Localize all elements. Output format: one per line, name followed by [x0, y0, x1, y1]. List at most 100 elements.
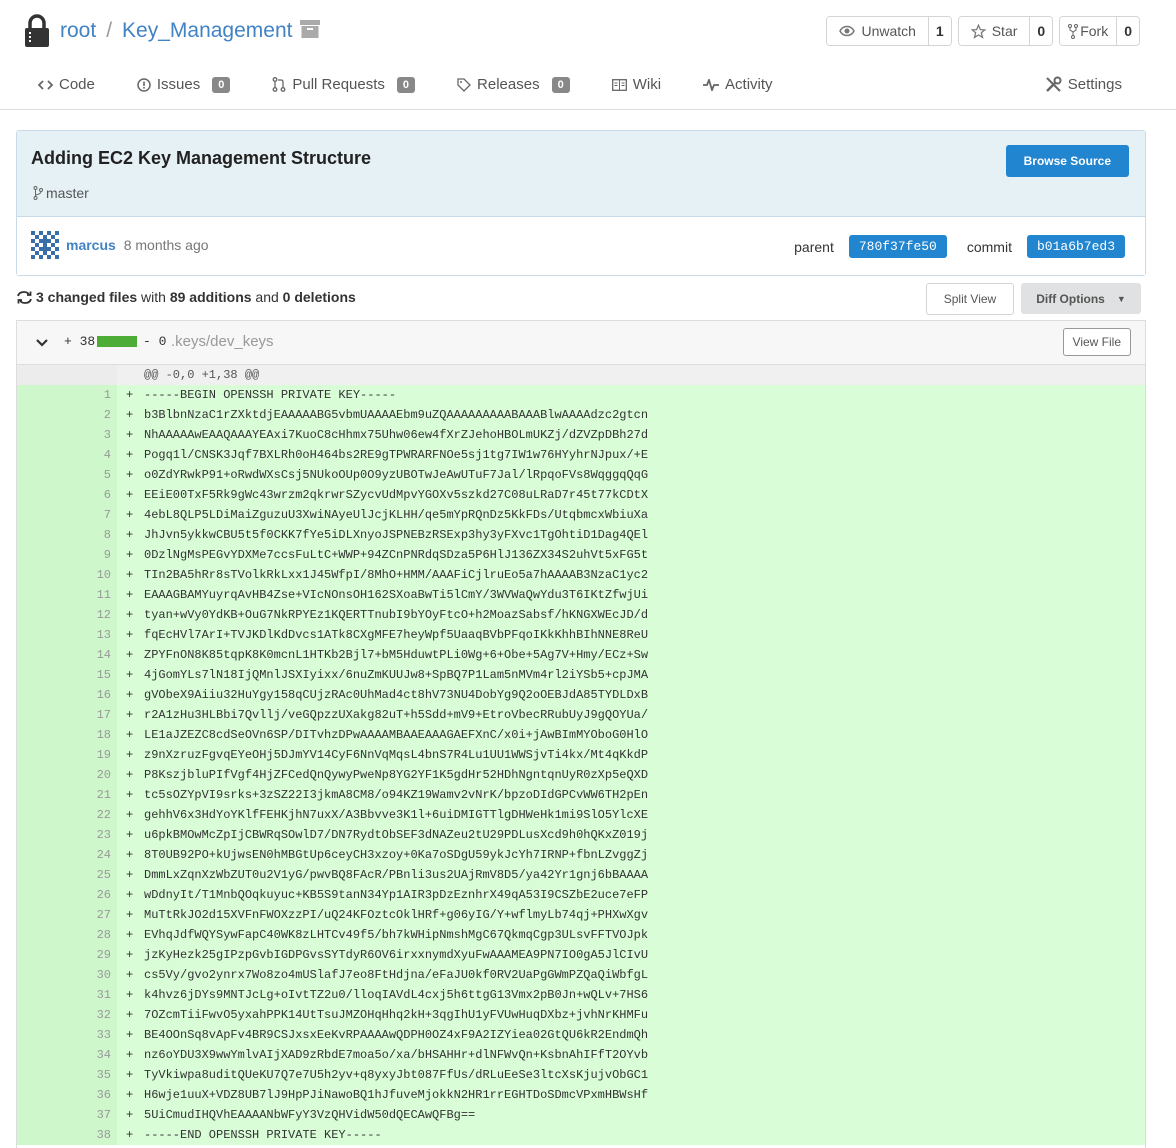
- line-number[interactable]: 17: [67, 708, 111, 722]
- line-number[interactable]: 20: [67, 768, 111, 782]
- star-label[interactable]: Star: [958, 17, 1031, 45]
- commit-footer: marcus 8 months ago parent 780f37fe50 co…: [17, 217, 1145, 275]
- line-number[interactable]: 12: [67, 608, 111, 622]
- line-number[interactable]: 1: [67, 388, 111, 402]
- line-number[interactable]: 5: [67, 468, 111, 482]
- line-code: H6wje1uuX+VDZ8UB7lJ9HpPJiNawoBQ1hJfuveMj…: [144, 1088, 649, 1102]
- fork-count[interactable]: 0: [1117, 17, 1139, 45]
- watch-count[interactable]: 1: [928, 17, 951, 45]
- diff-options-dropdown[interactable]: Diff Options ▼: [1021, 283, 1141, 314]
- line-number[interactable]: 27: [67, 908, 111, 922]
- avatar[interactable]: [31, 231, 59, 259]
- line-number[interactable]: 28: [67, 928, 111, 942]
- added-marker: +: [126, 428, 134, 442]
- line-number[interactable]: 25: [67, 868, 111, 882]
- star-button[interactable]: Star 0: [957, 16, 1054, 46]
- line-number[interactable]: 18: [67, 728, 111, 742]
- view-file-button[interactable]: View File: [1062, 328, 1131, 356]
- diff-line: 31 + k4hvz6jDYs9MNTJcLg+oIvtTZ2u0/lloqIAVd…: [17, 985, 1145, 1005]
- star-count[interactable]: 0: [1030, 17, 1053, 45]
- tab-issues[interactable]: Issues 0: [137, 76, 231, 93]
- tab-releases[interactable]: Releases 0: [457, 76, 570, 93]
- line-number[interactable]: 14: [67, 648, 111, 662]
- line-number[interactable]: 34: [67, 1048, 111, 1062]
- line-number[interactable]: 6: [67, 488, 111, 502]
- tab-settings[interactable]: Settings: [1045, 76, 1122, 93]
- diff-line: 37 +5UiCmudIHQVhEAAAANbWFyY3VzQHVidW50dQE…: [17, 1105, 1145, 1125]
- fork-label[interactable]: Fork: [1060, 17, 1118, 45]
- browse-source-button[interactable]: Browse Source: [1005, 145, 1129, 177]
- parent-sha-link[interactable]: 780f37fe50: [848, 235, 947, 258]
- diff-line: 23 + u6pkBMOwMcZpIjCBWRqSOwlD7/DN7RydtObSE…: [17, 825, 1145, 845]
- added-marker: +: [126, 948, 134, 962]
- old-line-gutter: [17, 605, 67, 625]
- added-marker: +: [126, 488, 134, 502]
- line-number[interactable]: 30: [67, 968, 111, 982]
- line-number[interactable]: 32: [67, 1008, 111, 1022]
- diff-line: 8 + JhJvn5ykkwCBU5t5f0CKK7fYe5iDLXnyoJSPNE…: [17, 525, 1145, 545]
- line-code: 7OZcmTiiFwvO5yxahPPK14UtTsuJMZOHqHhq2kH+…: [144, 1008, 649, 1022]
- line-number[interactable]: 15: [67, 668, 111, 682]
- tab-wiki[interactable]: Wiki: [611, 76, 661, 93]
- line-number[interactable]: 8: [67, 528, 111, 542]
- repo-name-link[interactable]: Key_Management: [122, 19, 292, 43]
- old-line-gutter: [17, 845, 67, 865]
- line-number[interactable]: 24: [67, 848, 111, 862]
- line-number[interactable]: 23: [67, 828, 111, 842]
- repo-owner-link[interactable]: root: [60, 19, 96, 43]
- line-number[interactable]: 36: [67, 1088, 111, 1102]
- commit-branch[interactable]: master: [33, 185, 89, 201]
- line-number[interactable]: 10: [67, 568, 111, 582]
- diff-line: 19 + z9nXzruzFgvqEYeOHj5DJmYV14CyF6NnVqMqs…: [17, 745, 1145, 765]
- line-code: DmmLxZqnXzWbZUT0u2V1yG/pwvBQ8FAcR/PBnli3…: [144, 868, 649, 882]
- line-number[interactable]: 13: [67, 628, 111, 642]
- split-view-button[interactable]: Split View: [926, 283, 1014, 315]
- tab-issues-label: Issues: [156, 76, 201, 93]
- added-marker: +: [126, 988, 134, 1002]
- chevron-down-icon[interactable]: [35, 335, 49, 351]
- line-number[interactable]: 16: [67, 688, 111, 702]
- diff-line: 16 + gVObeX9Aiiu32HuYgy158qCUjzRAc0UhMad4c…: [17, 685, 1145, 705]
- old-line-gutter: [17, 665, 67, 685]
- repo-title: root / Key_Management: [24, 14, 321, 48]
- old-line-gutter: [17, 1085, 67, 1105]
- line-number[interactable]: 9: [67, 548, 111, 562]
- commit-sha-link[interactable]: b01a6b7ed3: [1026, 235, 1125, 258]
- tab-code[interactable]: Code: [38, 76, 95, 93]
- old-line-gutter: [17, 765, 67, 785]
- line-number[interactable]: 2: [67, 408, 111, 422]
- stats-and-text: and: [255, 289, 279, 305]
- unwatch-button[interactable]: Unwatch 1: [826, 16, 952, 46]
- tab-activity[interactable]: Activity: [703, 76, 773, 93]
- line-number[interactable]: 33: [67, 1028, 111, 1042]
- diff-line: 17 + r2A1zHu3HLBbi7Qvllj/veGQpzzUXakg82uT+…: [17, 705, 1145, 725]
- line-number[interactable]: 7: [67, 508, 111, 522]
- line-number[interactable]: 11: [67, 588, 111, 602]
- unwatch-label[interactable]: Unwatch: [827, 17, 929, 45]
- line-number[interactable]: 19: [67, 748, 111, 762]
- diff-line: 27 + MuTtRkJO2d15XVFnFWOXzzPI/uQ24KFOztcOk…: [17, 905, 1145, 925]
- diff-line: 21 + tc5sOZYpVI9srks+3zSZ22I3jkmA8CM8/o94K…: [17, 785, 1145, 805]
- old-line-gutter: [17, 705, 67, 725]
- line-number[interactable]: 35: [67, 1068, 111, 1082]
- sync-icon: [17, 290, 32, 304]
- author-name-link[interactable]: marcus: [66, 237, 116, 253]
- line-number[interactable]: 3: [67, 428, 111, 442]
- path-separator: /: [106, 19, 113, 42]
- line-number[interactable]: 4: [67, 448, 111, 462]
- line-code: MuTtRkJO2d15XVFnFWOXzzPI/uQ24KFOztcOklHR…: [144, 908, 649, 922]
- added-marker: +: [126, 728, 134, 742]
- line-number[interactable]: 26: [67, 888, 111, 902]
- diff-line: 7 +4ebL8QLP5LDiMaiZguzuU3XwiNAyeUlJcjKLHH…: [17, 505, 1145, 525]
- line-number[interactable]: 29: [67, 948, 111, 962]
- line-number[interactable]: 21: [67, 788, 111, 802]
- added-marker: +: [126, 648, 134, 662]
- line-number[interactable]: 38: [67, 1128, 111, 1142]
- line-number[interactable]: 22: [67, 808, 111, 822]
- tab-pull-requests[interactable]: Pull Requests 0: [272, 76, 416, 93]
- diff-line: 11 + EAAAGBAMYuyrqAvHB4Zse+VIcNOnsOH162SXo…: [17, 585, 1145, 605]
- line-code: 4jGomYLs7lN18IjQMnlJSXIyixx/6nuZmKUUJw8+…: [144, 668, 649, 682]
- line-number[interactable]: 31: [67, 988, 111, 1002]
- fork-button[interactable]: Fork 0: [1059, 16, 1140, 46]
- line-number[interactable]: 37: [67, 1108, 111, 1122]
